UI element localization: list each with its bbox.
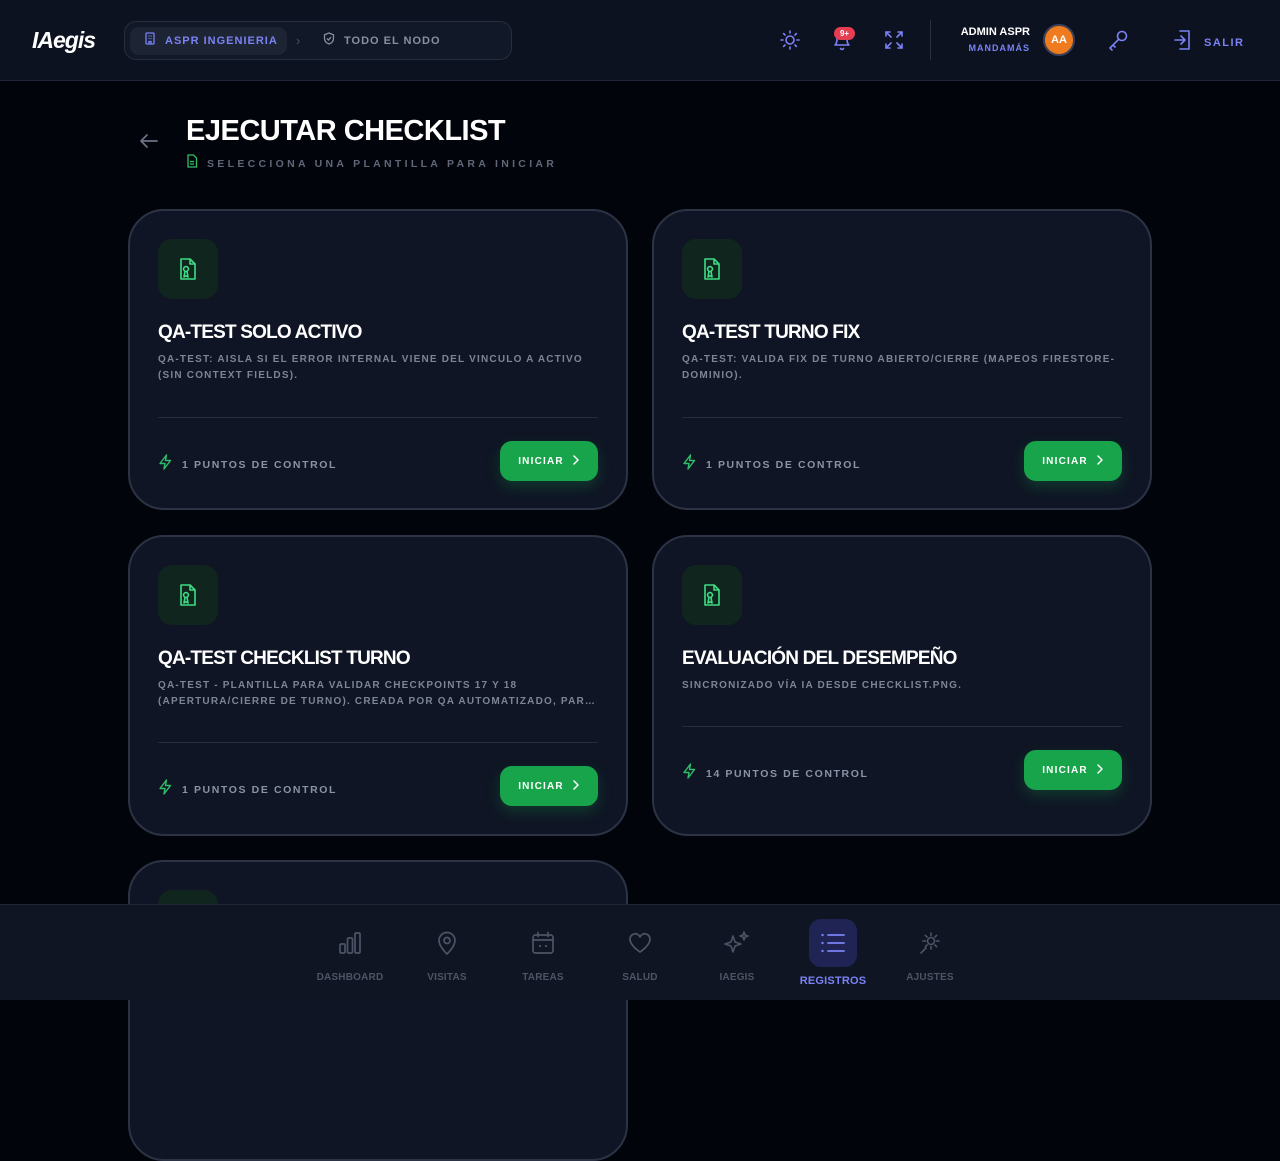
- card-title: QA-TEST TURNO FIX: [682, 322, 860, 343]
- document-icon: [158, 239, 218, 299]
- card-points: 14 PUNTOS DE CONTROL: [682, 763, 869, 784]
- chevron-right-icon: [572, 454, 580, 469]
- key-icon[interactable]: [1106, 28, 1130, 52]
- checklist-template-card: QA-TEST TURNO FIX QA-TEST: VALIDA FIX DE…: [652, 209, 1152, 510]
- card-title: EVALUACIÓN DEL DESEMPEÑO: [682, 648, 957, 669]
- lightning-icon: [682, 763, 697, 784]
- context-breadcrumb: ASPR INGENIERIA › TODO EL NODO: [124, 21, 512, 60]
- document-icon: [682, 565, 742, 625]
- logout-icon: [1172, 28, 1194, 57]
- card-divider: [158, 742, 598, 743]
- fullscreen-expand-icon[interactable]: [882, 28, 906, 52]
- document-icon: [158, 565, 218, 625]
- scope-name: TODO EL NODO: [344, 35, 441, 47]
- user-avatar[interactable]: AA: [1043, 24, 1075, 56]
- card-points: 1 PUNTOS DE CONTROL: [158, 779, 337, 800]
- user-role: MANDAMÁS: [968, 43, 1030, 53]
- card-title: QA-TEST SOLO ACTIVO: [158, 322, 362, 343]
- bar-chart-icon: [326, 919, 374, 967]
- page-title: EJECUTAR CHECKLIST: [186, 115, 506, 147]
- document-icon: [682, 239, 742, 299]
- card-description: SINCRONIZADO VÍA IA DESDE CHECKLIST.PNG.: [682, 680, 963, 691]
- scope-selector[interactable]: TODO EL NODO: [323, 27, 441, 55]
- bottom-navigation: DASHBOARD VISITAS TAREAS SALUD IAEGIS RE…: [0, 904, 1280, 1000]
- card-points: 1 PUNTOS DE CONTROL: [158, 454, 337, 475]
- start-button[interactable]: INICIAR: [500, 766, 598, 806]
- checklist-template-card: EVALUACIÓN DEL DESEMPEÑO SINCRONIZADO VÍ…: [652, 535, 1152, 836]
- nav-item-salud[interactable]: SALUD: [592, 905, 688, 1001]
- card-divider: [158, 417, 598, 418]
- card-description: QA-TEST: VALIDA FIX DE TURNO ABIERTO/CIE…: [682, 354, 1116, 381]
- chevron-right-icon: ›: [296, 33, 301, 48]
- nav-item-ajustes[interactable]: AJUSTES: [882, 905, 978, 1001]
- toolbar-divider: [930, 20, 931, 60]
- lightning-icon: [158, 454, 173, 475]
- notifications-badge: 9+: [834, 27, 855, 40]
- sparkles-icon: [713, 919, 761, 967]
- lightning-icon: [158, 779, 173, 800]
- start-button[interactable]: INICIAR: [500, 441, 598, 481]
- top-bar: IAegis ASPR INGENIERIA › TODO EL NODO 9+…: [0, 0, 1280, 81]
- card-divider: [682, 417, 1122, 418]
- shield-icon: [323, 32, 335, 50]
- theme-toggle-sun-icon[interactable]: [778, 28, 802, 52]
- building-icon: [144, 32, 156, 50]
- list-icon: [809, 919, 857, 967]
- nav-item-iaegis[interactable]: IAEGIS: [689, 905, 785, 1001]
- chevron-right-icon: [1096, 763, 1104, 778]
- page-subtitle: SELECCIONA UNA PLANTILLA PARA INICIAR: [186, 154, 557, 173]
- checklist-template-card: QA-TEST CHECKLIST TURNO QA-TEST - PLANTI…: [128, 535, 628, 836]
- card-title: QA-TEST CHECKLIST TURNO: [158, 648, 411, 669]
- card-points: 1 PUNTOS DE CONTROL: [682, 454, 861, 475]
- chevron-right-icon: [1096, 454, 1104, 469]
- user-name: ADMIN ASPR: [960, 26, 1030, 38]
- lightning-icon: [682, 454, 697, 475]
- checklist-template-card: QA-TEST SOLO ACTIVO QA-TEST: AISLA SI EL…: [128, 209, 628, 510]
- document-icon: [186, 154, 198, 173]
- org-selector[interactable]: ASPR INGENIERIA: [130, 27, 287, 55]
- map-pin-icon: [423, 919, 471, 967]
- calendar-icon: [519, 919, 567, 967]
- nav-item-registros[interactable]: REGISTROS: [785, 905, 881, 1001]
- card-description: QA-TEST - PLANTILLA PARA VALIDAR CHECKPO…: [158, 680, 593, 707]
- nav-item-dashboard[interactable]: DASHBOARD: [302, 905, 398, 1001]
- back-arrow-icon[interactable]: [136, 128, 162, 154]
- nav-item-tareas[interactable]: TAREAS: [495, 905, 591, 1001]
- card-divider: [682, 726, 1122, 727]
- heart-icon: [616, 919, 664, 967]
- settings-icon: [906, 919, 954, 967]
- card-description: QA-TEST: AISLA SI EL ERROR INTERNAL VIEN…: [158, 354, 583, 381]
- nav-item-visitas[interactable]: VISITAS: [399, 905, 495, 1001]
- chevron-right-icon: [572, 779, 580, 794]
- start-button[interactable]: INICIAR: [1024, 441, 1122, 481]
- logout-button[interactable]: SALIR: [1172, 28, 1245, 57]
- start-button[interactable]: INICIAR: [1024, 750, 1122, 790]
- logout-label: SALIR: [1204, 36, 1245, 49]
- app-logo[interactable]: IAegis: [32, 27, 96, 54]
- org-name: ASPR INGENIERIA: [165, 35, 278, 47]
